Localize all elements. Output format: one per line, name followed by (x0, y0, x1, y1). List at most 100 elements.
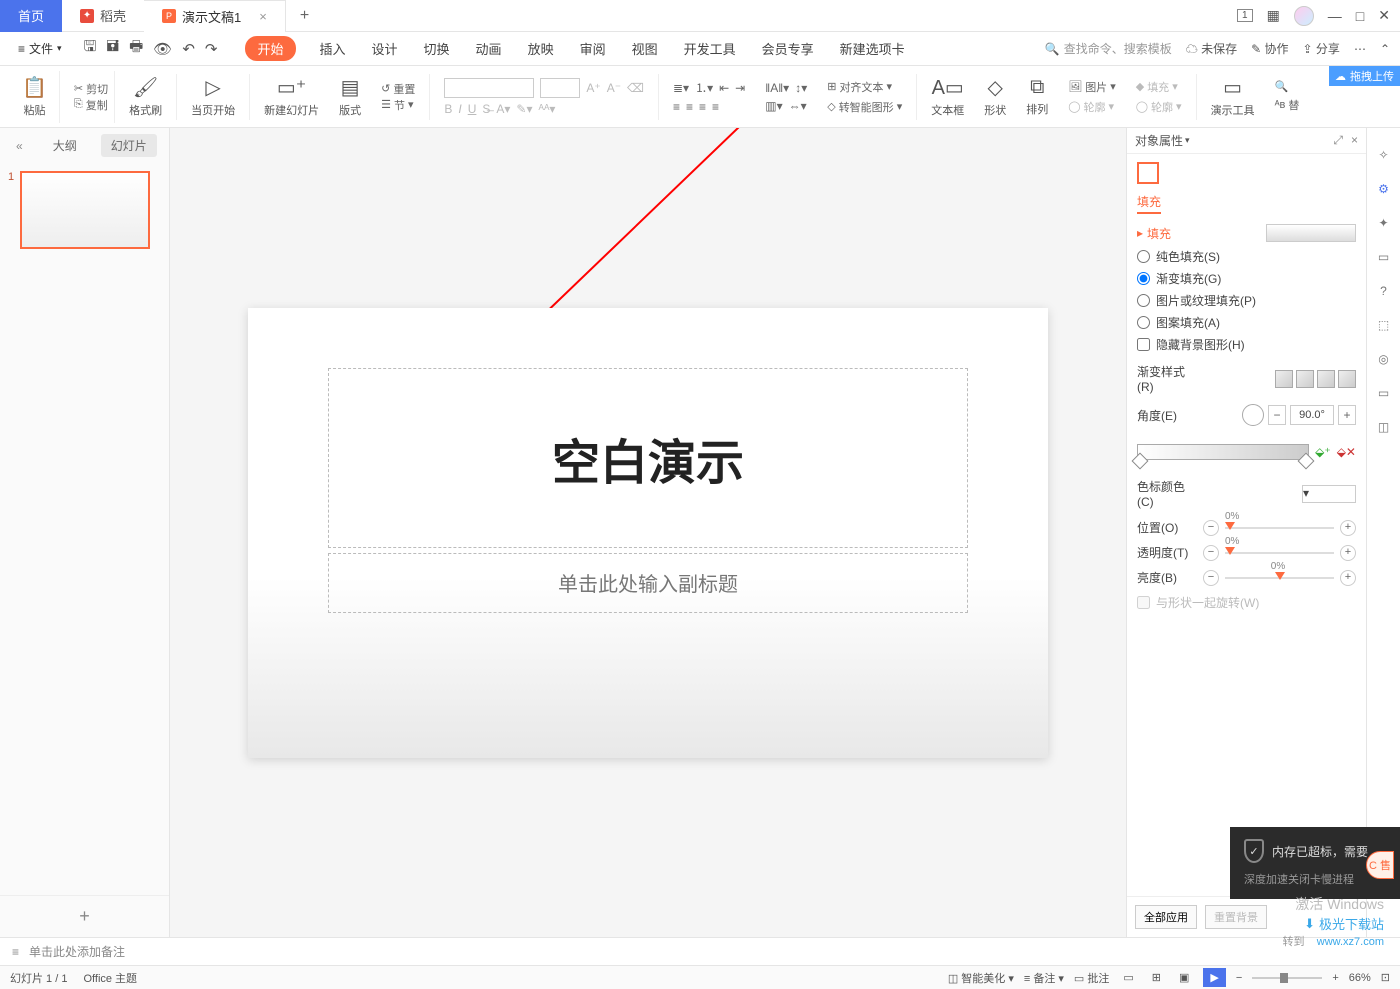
collaborate-button[interactable]: ✎ 协作 (1251, 40, 1288, 57)
font-color-icon[interactable]: A▾ (496, 102, 510, 116)
undo-icon[interactable]: ↶ (182, 40, 195, 58)
clear-format-icon[interactable]: ⌫ (627, 81, 644, 95)
reading-view-icon[interactable]: ▣ (1175, 968, 1193, 987)
font-size-select[interactable] (540, 78, 580, 98)
file-menu[interactable]: ≡文件▾ (10, 40, 70, 57)
fill-preview[interactable] (1266, 224, 1356, 242)
line-spacing-icon[interactable]: ‖A‖▾ (765, 81, 789, 95)
new-slide-button[interactable]: ▭⁺新建幻灯片 (258, 73, 325, 120)
indent-inc-icon[interactable]: ⇥ (735, 81, 745, 95)
copy-button[interactable]: ⎘ 复制 (74, 97, 108, 113)
align-text-button[interactable]: ⊞ 对齐文本 ▾ (827, 79, 892, 95)
solid-fill-radio[interactable]: 纯色填充(S) (1137, 248, 1356, 265)
zoom-slider[interactable] (1252, 977, 1322, 979)
fill-section-header[interactable]: ▸ 填充 (1137, 224, 1356, 242)
cube-icon[interactable]: ◫ (1378, 420, 1389, 434)
resource-icon[interactable]: ⬚ (1378, 318, 1389, 332)
ribbon-tab-view[interactable]: 视图 (630, 35, 660, 62)
save-as-icon[interactable]: 🖬 (106, 36, 119, 61)
stop-color-select[interactable]: ▾ (1302, 485, 1356, 503)
properties-icon[interactable]: ⚙ (1378, 182, 1389, 196)
outline-button[interactable]: ◯ 轮廓 ▾ (1068, 99, 1114, 115)
print-icon[interactable]: 🖶 (129, 36, 143, 61)
ribbon-tab-insert[interactable]: 插入 (318, 35, 348, 62)
gradient-fill-radio[interactable]: 渐变填充(G) (1137, 270, 1356, 287)
angle-dial[interactable] (1242, 404, 1264, 426)
user-avatar[interactable] (1294, 6, 1314, 26)
ribbon-tab-custom[interactable]: 新建选项卡 (838, 35, 907, 62)
pattern-fill-radio[interactable]: 图案填充(A) (1137, 314, 1356, 331)
subtitle-placeholder[interactable]: 单击此处输入副标题 (328, 553, 968, 613)
help-icon[interactable]: ? (1380, 284, 1387, 298)
slides-tab[interactable]: 幻灯片 (101, 134, 157, 157)
add-slide-button[interactable]: + (0, 895, 169, 937)
new-tab-button[interactable]: + (286, 7, 323, 25)
position-slider[interactable]: 0% (1225, 527, 1334, 529)
device-icon[interactable]: ▭ (1378, 386, 1389, 400)
find-icon[interactable]: 🔍 (1275, 80, 1289, 93)
layout-button[interactable]: ▤版式 (333, 73, 367, 120)
beautify-button[interactable]: ◫ 智能美化 ▾ (948, 970, 1014, 986)
template-icon[interactable]: ✧ (1378, 148, 1388, 162)
outline2-button[interactable]: ◯ 轮廓 ▾ (1136, 99, 1182, 115)
ribbon-tab-devtools[interactable]: 开发工具 (682, 35, 738, 62)
sorter-view-icon[interactable]: ⊞ (1148, 968, 1165, 987)
minimize-icon[interactable]: — (1328, 8, 1342, 24)
paste-button[interactable]: 📋粘贴 (16, 73, 53, 120)
ribbon-tab-start[interactable]: 开始 (245, 36, 295, 61)
strike-icon[interactable]: S̶ (482, 102, 490, 116)
save-icon[interactable]: 🖫 (84, 36, 97, 61)
picture-button[interactable]: 🖼 图片 ▾ (1068, 79, 1116, 95)
align-left-icon[interactable]: ≡ (673, 100, 680, 114)
apply-all-button[interactable]: 全部应用 (1135, 905, 1197, 929)
window-one-icon[interactable]: 1 (1237, 9, 1253, 22)
indent-dec-icon[interactable]: ⇤ (719, 81, 729, 95)
play-from-current-button[interactable]: ▷当页开始 (185, 73, 241, 120)
effects-icon[interactable]: ✦ (1378, 216, 1388, 230)
close-panel-icon[interactable]: × (1351, 133, 1358, 148)
ribbon-tab-animation[interactable]: 动画 (474, 35, 504, 62)
bright-plus[interactable]: + (1340, 570, 1356, 586)
angle-minus[interactable]: − (1268, 405, 1286, 425)
gradient-bar[interactable] (1137, 444, 1309, 460)
picture-fill-radio[interactable]: 图片或纹理填充(P) (1137, 292, 1356, 309)
hide-bg-check[interactable]: 隐藏背景图形(H) (1137, 336, 1356, 353)
tab-home[interactable]: 首页 (0, 0, 62, 32)
slide-thumbnail[interactable]: 1 (8, 171, 161, 249)
text-effects-icon[interactable]: ᴬᴬ▾ (539, 102, 556, 116)
zoom-in-icon[interactable]: + (1332, 972, 1338, 984)
brightness-slider[interactable]: 0% (1225, 577, 1334, 579)
increase-font-icon[interactable]: A⁺ (586, 81, 600, 95)
section-button[interactable]: ☰ 节 ▾ (381, 97, 413, 113)
ribbon-tab-design[interactable]: 设计 (370, 35, 400, 62)
collapse-panel-icon[interactable]: « (10, 139, 29, 153)
ribbon-tab-vip[interactable]: 会员专享 (760, 35, 816, 62)
notes-toggle[interactable]: ≡ 备注 ▾ (1024, 970, 1064, 986)
text-direction-icon[interactable]: ↕▾ (795, 81, 807, 95)
unsaved-indicator[interactable]: ☁ 未保存 (1186, 40, 1237, 57)
remove-stop-icon[interactable]: ⬙✕ (1337, 445, 1356, 459)
present-tools-button[interactable]: ▭演示工具 (1205, 73, 1261, 120)
replace-button[interactable]: ᴬв 替 (1275, 97, 1300, 113)
maximize-icon[interactable]: □ (1356, 8, 1364, 24)
angle-value[interactable]: 90.0° (1290, 405, 1334, 425)
pin-icon[interactable]: ⤢ (1333, 133, 1343, 148)
trans-minus[interactable]: − (1203, 545, 1219, 561)
cloud-upload-tag[interactable]: ☁拖拽上传 (1329, 66, 1400, 86)
ribbon-tab-review[interactable]: 审阅 (578, 35, 608, 62)
title-placeholder[interactable]: 空白演示 (328, 368, 968, 548)
fit-icon[interactable]: ⊡ (1381, 971, 1390, 984)
ribbon-tab-slideshow[interactable]: 放映 (526, 35, 556, 62)
decrease-font-icon[interactable]: A⁻ (607, 81, 621, 95)
zoom-value[interactable]: 66% (1349, 972, 1371, 984)
feedback-badge[interactable]: C 售 (1366, 851, 1394, 879)
bright-minus[interactable]: − (1203, 570, 1219, 586)
tab-document[interactable]: P演示文稿1× (144, 0, 286, 32)
redo-icon[interactable]: ↷ (205, 40, 218, 58)
tab-close-icon[interactable]: × (259, 9, 267, 24)
cut-button[interactable]: ✂ 剪切 (74, 81, 108, 97)
trans-plus[interactable]: + (1340, 545, 1356, 561)
font-family-select[interactable] (444, 78, 534, 98)
reset-bg-button[interactable]: 重置背景 (1205, 905, 1267, 929)
add-stop-icon[interactable]: ⬙⁺ (1315, 445, 1331, 459)
